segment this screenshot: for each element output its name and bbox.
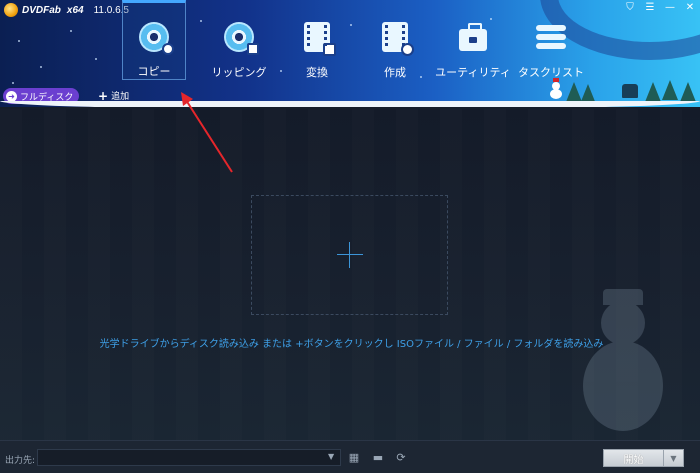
module-label: ユーティリティ — [435, 66, 511, 79]
module-copy[interactable]: コピー — [122, 0, 186, 80]
folder-icon[interactable]: ▬ — [368, 449, 388, 466]
module-creator[interactable]: 作成 — [356, 0, 434, 80]
arrow-right-icon: ➜ — [6, 90, 17, 102]
top-banner: DVDFab x64 11.0.6.5 ⛉ ☰ — ✕ コピー リッピング 変換… — [0, 0, 700, 107]
add-source-plus-icon[interactable] — [336, 242, 363, 268]
minimize-button[interactable]: — — [664, 2, 676, 13]
load-hint-text: 光学ドライブからディスク読み込み または +ボタンをクリックし ISOファイル … — [99, 339, 604, 350]
pine-tree-icon — [645, 82, 661, 102]
module-ripper[interactable]: リッピング — [200, 0, 278, 80]
chevron-down-icon[interactable]: ▼ — [328, 452, 334, 461]
window-controls: ⛉ ☰ — ✕ — [624, 2, 696, 13]
toolbox-icon — [459, 23, 487, 51]
disc-ripper-icon — [224, 22, 259, 55]
reindeer-icon — [622, 84, 638, 98]
snowman-icon — [550, 78, 562, 99]
module-tasks[interactable]: タスクリスト — [512, 0, 590, 80]
source-drop-zone[interactable] — [251, 195, 448, 315]
output-label: 出力先: — [5, 456, 36, 466]
brand-name: DVDFab — [22, 4, 61, 16]
task-list-icon — [536, 25, 566, 49]
film-create-icon — [382, 22, 414, 56]
snow-strip — [0, 101, 700, 107]
module-label: リッピング — [211, 66, 267, 79]
start-options-chevron-icon[interactable]: ▼ — [664, 449, 684, 467]
disc-copy-icon — [139, 22, 174, 55]
shield-icon[interactable]: ⛉ — [624, 2, 636, 13]
snowman-watermark-icon — [578, 289, 668, 440]
brand-arch: x64 — [66, 4, 84, 16]
module-label: 作成 — [384, 66, 406, 79]
module-utility[interactable]: ユーティリティ — [434, 0, 512, 80]
pine-tree-icon — [662, 80, 678, 100]
output-path-field[interactable] — [37, 449, 341, 466]
main-panel: 光学ドライブからディスク読み込み または +ボタンをクリックし ISOファイル … — [0, 109, 700, 440]
dvdfab-logo-icon — [4, 3, 18, 17]
menu-icon[interactable]: ☰ — [644, 2, 656, 13]
module-nav: コピー リッピング 変換 作成 ユーティリティ タスクリスト — [122, 0, 590, 80]
film-convert-icon — [304, 22, 336, 56]
footer-bar: 出力先: ▼ ▦ ▬ ⟳ 開始 ▼ — [0, 440, 700, 473]
pine-tree-icon — [680, 82, 696, 102]
module-label: コピー — [137, 65, 171, 78]
refresh-icon[interactable]: ⟳ — [391, 449, 411, 466]
iso-archive-icon[interactable]: ▦ — [344, 449, 364, 466]
module-converter[interactable]: 変換 — [278, 0, 356, 80]
plus-icon: + — [98, 88, 109, 103]
app-brand: DVDFab x64 11.0.6.5 — [4, 3, 129, 17]
close-button[interactable]: ✕ — [684, 2, 696, 13]
module-label: 変換 — [306, 66, 328, 79]
module-label: タスクリスト — [518, 66, 584, 79]
start-button[interactable]: 開始 — [603, 449, 664, 467]
